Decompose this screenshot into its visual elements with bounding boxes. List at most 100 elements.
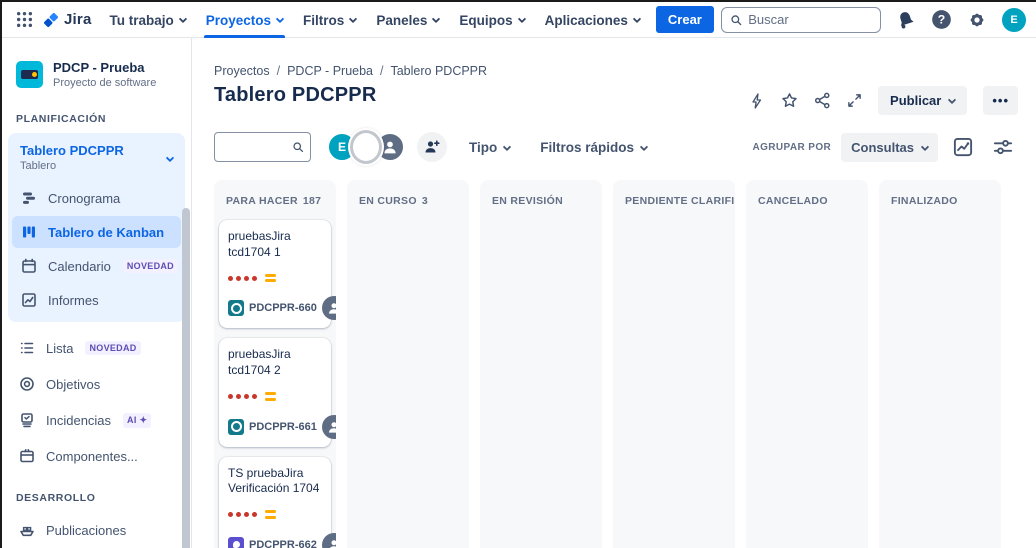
global-search[interactable] bbox=[721, 7, 881, 33]
chevron-down-icon bbox=[276, 15, 284, 23]
issue-type-icon bbox=[228, 419, 244, 435]
sidebar-item-lista[interactable]: Lista NOVEDAD bbox=[10, 332, 183, 364]
issue-card[interactable]: TS pruebaJira Verificación 1704 PDCPPR-6… bbox=[219, 457, 331, 548]
sidebar-item-tablero-kanban[interactable]: Tablero de Kanban bbox=[12, 216, 181, 248]
chevron-down-icon bbox=[517, 15, 525, 23]
issue-key: PDCPPR-661 bbox=[249, 421, 317, 433]
sliders-icon bbox=[993, 137, 1013, 157]
share-icon[interactable] bbox=[814, 92, 831, 109]
board-group-header[interactable]: Tablero PDCPPR Tablero bbox=[12, 137, 181, 180]
issue-card[interactable]: pruebasJira tcd1704 2 PDCPPR-661 bbox=[219, 338, 331, 446]
notifications-button[interactable] bbox=[896, 10, 916, 30]
chart-icon bbox=[953, 137, 973, 157]
chevron-down-icon bbox=[640, 143, 648, 151]
issue-type-icon bbox=[228, 300, 244, 316]
menu-equipos[interactable]: Equipos bbox=[449, 2, 534, 38]
scrollbar-thumb[interactable] bbox=[182, 208, 190, 548]
assignee-avatar[interactable] bbox=[322, 533, 336, 548]
chevron-down-icon bbox=[633, 15, 641, 23]
view-settings-button[interactable] bbox=[988, 132, 1018, 162]
issue-card[interactable]: pruebasJira tcd1704 1 PDCPPR-660 bbox=[219, 220, 331, 328]
insights-button[interactable] bbox=[948, 132, 978, 162]
list-icon bbox=[18, 340, 36, 356]
menu-filtros[interactable]: Filtros bbox=[293, 2, 366, 38]
breadcrumb-project[interactable]: PDCP - Prueba bbox=[287, 64, 373, 78]
column-title: FINALIZADO bbox=[891, 195, 958, 207]
person-icon bbox=[381, 138, 399, 156]
menu-proyectos[interactable]: Proyectos bbox=[196, 2, 293, 38]
breadcrumb: Proyectos / PDCP - Prueba / Tablero PDCP… bbox=[192, 38, 1036, 78]
sidebar-item-objetivos[interactable]: Objetivos bbox=[10, 368, 183, 400]
person-add-icon bbox=[424, 139, 440, 155]
sidebar-item-publicaciones[interactable]: Publicaciones bbox=[10, 514, 183, 546]
expand-icon[interactable] bbox=[847, 93, 862, 108]
priority-medium-icon bbox=[265, 510, 276, 519]
board-group: Tablero PDCPPR Tablero Cronograma Tabler… bbox=[8, 133, 185, 322]
assignee-avatar[interactable] bbox=[322, 296, 336, 320]
person-icon bbox=[326, 300, 336, 316]
column-title: EN REVISIÓN bbox=[492, 195, 563, 207]
more-button[interactable]: ••• bbox=[983, 86, 1018, 115]
sidebar-item-calendario[interactable]: Calendario NOVEDAD bbox=[12, 250, 181, 282]
chevron-down-icon bbox=[166, 153, 174, 161]
chevron-down-icon bbox=[948, 95, 956, 103]
quick-filters-dropdown[interactable]: Filtros rápidos bbox=[540, 140, 647, 155]
issue-title: pruebasJira tcd1704 1 bbox=[228, 229, 322, 261]
board-toolbar: E Tipo Filtros rápidos bbox=[214, 130, 1018, 164]
help-button[interactable]: ? bbox=[931, 9, 952, 30]
create-button[interactable]: Crear bbox=[656, 6, 714, 33]
priority-dots bbox=[228, 392, 322, 401]
lightning-button[interactable] bbox=[749, 93, 765, 109]
column-title: PARA HACER bbox=[226, 195, 298, 206]
chevron-down-icon bbox=[503, 143, 511, 151]
add-people-button[interactable] bbox=[417, 132, 447, 162]
user-avatar[interactable]: E bbox=[1002, 8, 1026, 32]
top-navigation: Jira Tu trabajo Proyectos Filtros Panele… bbox=[2, 2, 1036, 38]
target-icon bbox=[18, 376, 36, 392]
menu-aplicaciones[interactable]: Aplicaciones bbox=[535, 2, 650, 38]
chevron-down-icon bbox=[921, 143, 929, 151]
priority-medium-icon bbox=[265, 392, 276, 401]
column-en-curso: EN CURSO 3 bbox=[347, 180, 469, 548]
board-search-input[interactable] bbox=[223, 140, 292, 155]
gear-icon bbox=[967, 10, 987, 30]
column-en-revision: EN REVISIÓN bbox=[480, 180, 602, 548]
type-dropdown[interactable]: Tipo bbox=[469, 140, 510, 155]
cursor-highlight-circle bbox=[350, 130, 382, 164]
svg-text:?: ? bbox=[938, 13, 945, 27]
publish-button[interactable]: Publicar bbox=[878, 86, 967, 115]
jira-logo[interactable]: Jira bbox=[38, 11, 100, 29]
assignee-avatar[interactable] bbox=[322, 415, 336, 439]
ship-icon bbox=[18, 522, 36, 538]
settings-button[interactable] bbox=[967, 10, 987, 30]
sidebar-item-incidencias[interactable]: Incidencias AI ✦ bbox=[10, 404, 183, 436]
kanban-board-icon bbox=[20, 224, 38, 240]
menu-tu-trabajo[interactable]: Tu trabajo bbox=[100, 2, 196, 38]
issues-icon bbox=[18, 412, 36, 428]
member-avatars: E bbox=[327, 130, 405, 164]
sidebar-item-cronograma[interactable]: Cronograma bbox=[12, 182, 181, 214]
sidebar-item-informes[interactable]: Informes bbox=[12, 284, 181, 316]
breadcrumb-proyectos[interactable]: Proyectos bbox=[214, 64, 270, 78]
sidebar-scrollbar[interactable] bbox=[182, 138, 190, 544]
reports-chart-icon bbox=[20, 292, 38, 308]
help-icon: ? bbox=[931, 9, 952, 30]
app-grid-icon[interactable] bbox=[10, 6, 38, 34]
calendar-icon bbox=[20, 258, 38, 274]
board-search[interactable] bbox=[214, 132, 311, 162]
board-group-subtitle: Tablero bbox=[20, 160, 124, 172]
issue-title: pruebasJira tcd1704 2 bbox=[228, 347, 322, 379]
project-header[interactable]: PDCP - Prueba Proyecto de software bbox=[2, 60, 191, 89]
jira-logo-text: Jira bbox=[64, 11, 92, 28]
chevron-down-icon bbox=[179, 15, 187, 23]
star-button[interactable] bbox=[781, 92, 798, 109]
breadcrumb-board[interactable]: Tablero PDCPPR bbox=[390, 64, 487, 78]
group-by-dropdown[interactable]: Consultas bbox=[841, 133, 938, 162]
person-icon bbox=[326, 419, 336, 435]
sidebar-item-componentes[interactable]: Componentes... bbox=[10, 440, 183, 472]
menu-paneles[interactable]: Paneles bbox=[366, 2, 449, 38]
column-finalizado: FINALIZADO bbox=[879, 180, 1001, 548]
kanban-board: PARA HACER 187 pruebasJira tcd1704 1 PDC… bbox=[214, 180, 1036, 548]
global-search-input[interactable] bbox=[748, 12, 872, 27]
search-icon bbox=[730, 13, 742, 27]
